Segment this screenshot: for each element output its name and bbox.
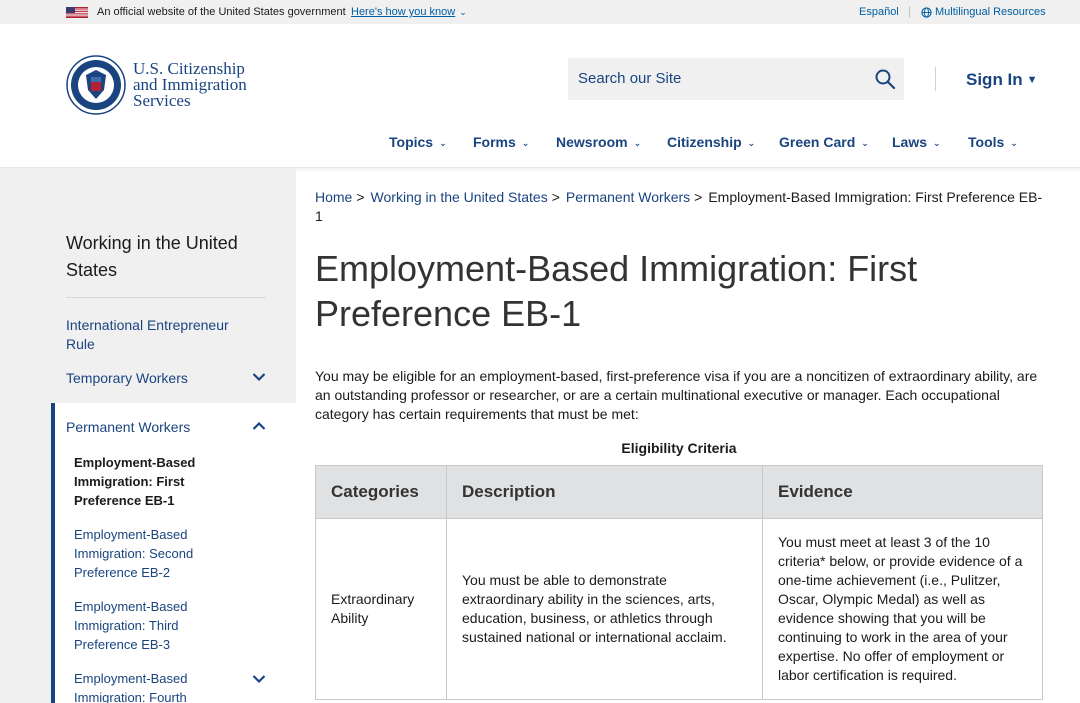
intro-paragraph: You may be eligible for an employment-ba… xyxy=(315,368,1038,422)
nav-citizenship[interactable]: Citizenship ⌄ xyxy=(667,134,755,150)
multilingual-link[interactable]: Multilingual Resources xyxy=(921,6,1046,18)
sidebar-subitem-eb4[interactable]: Employment-Based Immigration: Fourth xyxy=(74,669,244,703)
us-flag-icon xyxy=(66,7,88,18)
breadcrumb-permanent-workers[interactable]: Permanent Workers xyxy=(566,189,690,205)
sidebar-subitem-eb3[interactable]: Employment-Based Immigration: Third Pref… xyxy=(74,597,244,654)
breadcrumb-separator: > xyxy=(551,189,560,205)
search-input[interactable]: Search our Site xyxy=(568,58,904,100)
breadcrumb: Home > Working in the United States > Perman… xyxy=(315,188,1045,226)
breadcrumb-separator: > xyxy=(694,189,703,205)
table-row: Extraordinary Ability You must be able t… xyxy=(315,518,1043,700)
nav-topics[interactable]: Topics ⌄ xyxy=(389,134,447,150)
eligibility-table: Categories Description Evidence Extraord… xyxy=(315,465,1043,700)
chevron-down-icon: ⌄ xyxy=(439,138,447,148)
nav-green-card[interactable]: Green Card ⌄ xyxy=(779,134,869,150)
sidebar-item-temporary-workers[interactable]: Temporary Workers xyxy=(66,369,256,388)
caret-down-icon: ▼ xyxy=(1026,74,1038,86)
sidebar-subitem-eb1[interactable]: Employment-Based Immigration: First Pref… xyxy=(74,453,244,510)
sidebar-item-permanent-workers[interactable]: Permanent Workers xyxy=(66,418,256,437)
side-nav-divider xyxy=(66,297,266,298)
gov-banner: An official website of the United States… xyxy=(0,0,1080,24)
chevron-down-icon: ⌄ xyxy=(521,138,530,148)
nav-newsroom[interactable]: Newsroom ⌄ xyxy=(556,134,641,150)
how-you-know-label: Here's how you know xyxy=(351,6,456,18)
chevron-down-icon: ⌄ xyxy=(861,138,869,148)
agency-line-3: Services xyxy=(133,91,191,110)
column-header-evidence: Evidence xyxy=(762,465,1043,519)
nav-label: Forms xyxy=(473,134,516,150)
table-header-row: Categories Description Evidence xyxy=(315,465,1043,519)
chevron-down-icon[interactable] xyxy=(252,674,266,684)
sign-in-label: Sign In xyxy=(966,70,1023,89)
chevron-down-icon: ⌄ xyxy=(459,7,467,17)
espanol-link[interactable]: Español xyxy=(859,6,899,18)
cell-evidence: You must meet at least 3 of the 10 crite… xyxy=(762,518,1043,700)
page-title: Employment-Based Immigration: First Pref… xyxy=(315,248,918,334)
official-site-text: An official website of the United States… xyxy=(97,6,346,18)
chevron-up-icon[interactable] xyxy=(252,421,266,431)
chevron-down-icon: ⌄ xyxy=(933,138,941,148)
nav-label: Topics xyxy=(389,134,434,150)
nav-label: Citizenship xyxy=(667,134,742,150)
search-placeholder: Search our Site xyxy=(578,70,682,87)
nav-forms[interactable]: Forms ⌄ xyxy=(473,134,529,150)
chevron-down-icon[interactable] xyxy=(252,372,266,382)
multilingual-label: Multilingual Resources xyxy=(935,6,1046,18)
search-icon[interactable] xyxy=(874,68,896,90)
sign-in-button[interactable]: Sign In ▼ xyxy=(966,70,1038,90)
nav-tools[interactable]: Tools ⌄ xyxy=(968,134,1018,150)
nav-label: Laws xyxy=(892,134,928,150)
agency-name[interactable]: U.S. Citizenship and Immigration Service… xyxy=(133,60,247,110)
chevron-down-icon: ⌄ xyxy=(747,138,756,148)
side-nav: Working in the United States Internation… xyxy=(0,168,296,703)
column-header-description: Description xyxy=(446,465,763,519)
how-you-know-link[interactable]: Here's how you know ⌄ xyxy=(351,6,467,18)
cell-category: Extraordinary Ability xyxy=(315,518,447,700)
chevron-down-icon: ⌄ xyxy=(1010,138,1018,148)
nav-label: Green Card xyxy=(779,134,856,150)
header-divider xyxy=(935,67,936,91)
nav-laws[interactable]: Laws ⌄ xyxy=(892,134,941,150)
dhs-seal-icon[interactable] xyxy=(66,55,126,115)
side-nav-title[interactable]: Working in the United States xyxy=(66,230,266,284)
sidebar-item-international-entrepreneur[interactable]: International Entrepreneur Rule xyxy=(66,316,256,354)
breadcrumb-separator: > xyxy=(356,189,365,205)
breadcrumb-working[interactable]: Working in the United States xyxy=(371,189,548,205)
sidebar-subitem-eb2[interactable]: Employment-Based Immigration: Second Pre… xyxy=(74,525,244,582)
column-header-categories: Categories xyxy=(315,465,447,519)
banner-divider: | xyxy=(908,4,912,18)
globe-icon xyxy=(921,6,932,18)
nav-label: Newsroom xyxy=(556,134,628,150)
chevron-down-icon: ⌄ xyxy=(633,138,642,148)
table-caption: Eligibility Criteria xyxy=(621,440,737,456)
site-header: U.S. Citizenship and Immigration Service… xyxy=(0,24,1080,168)
breadcrumb-home[interactable]: Home xyxy=(315,189,352,205)
nav-label: Tools xyxy=(968,134,1005,150)
cell-description: You must be able to demonstrate extraord… xyxy=(446,518,763,700)
